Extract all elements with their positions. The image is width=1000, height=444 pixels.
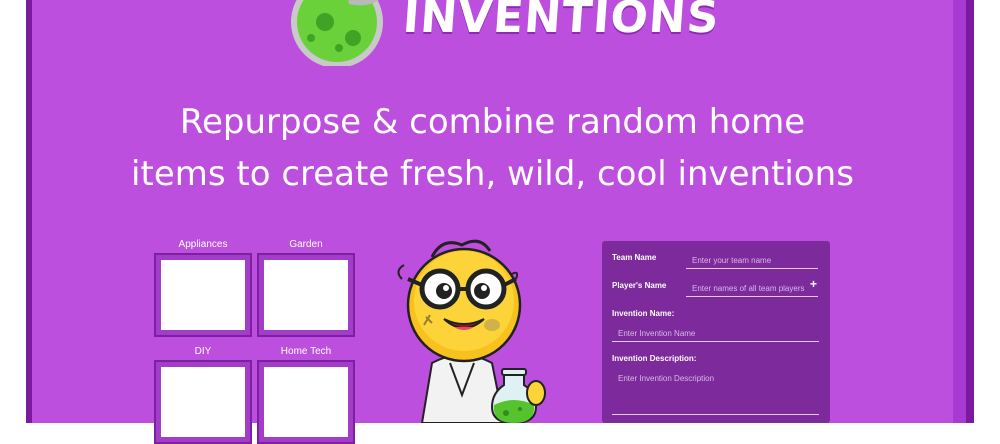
slot-drop-area [161,367,245,437]
invention-form: Team Name Enter your team name Player's … [602,241,830,423]
category-slot-appliances[interactable] [154,253,252,337]
category-label-appliances: Appliances [178,239,228,250]
category-label-garden: Garden [289,239,323,250]
slot-drop-area [161,260,245,330]
invention-description-textarea[interactable]: Enter Invention Description [612,371,819,415]
slot-drop-area [264,367,348,437]
hero-line-2: items to create fresh, wild, cool invent… [131,154,854,194]
slot-drop-area [264,260,348,330]
category-label-home-tech: Home Tech [280,346,332,357]
category-slot-garden[interactable] [257,253,355,337]
players-name-label: Player's Name [612,281,667,290]
category-label-diy: DIY [194,346,212,357]
flask-logo-icon [291,0,383,66]
scrollbar-rail[interactable] [953,0,966,423]
hero-headline: Repurpose & combine random home items to… [32,96,953,200]
team-name-input[interactable]: Enter your team name [686,253,818,269]
brand-logo-text: INVENTIONS [401,0,722,43]
hero-line-1: Repurpose & combine random home [179,102,806,142]
category-slot-home-tech[interactable] [257,360,355,444]
team-name-label: Team Name [612,253,657,262]
category-slot-diy[interactable] [154,360,252,444]
invention-description-label: Invention Description: [612,354,697,363]
players-name-input[interactable]: Enter names of all team players [686,281,818,297]
add-player-icon[interactable]: + [810,277,817,291]
scientist-mascot-icon [397,239,546,423]
invention-name-label: Invention Name: [612,309,675,318]
invention-name-input[interactable]: Enter Invention Name [612,326,819,342]
